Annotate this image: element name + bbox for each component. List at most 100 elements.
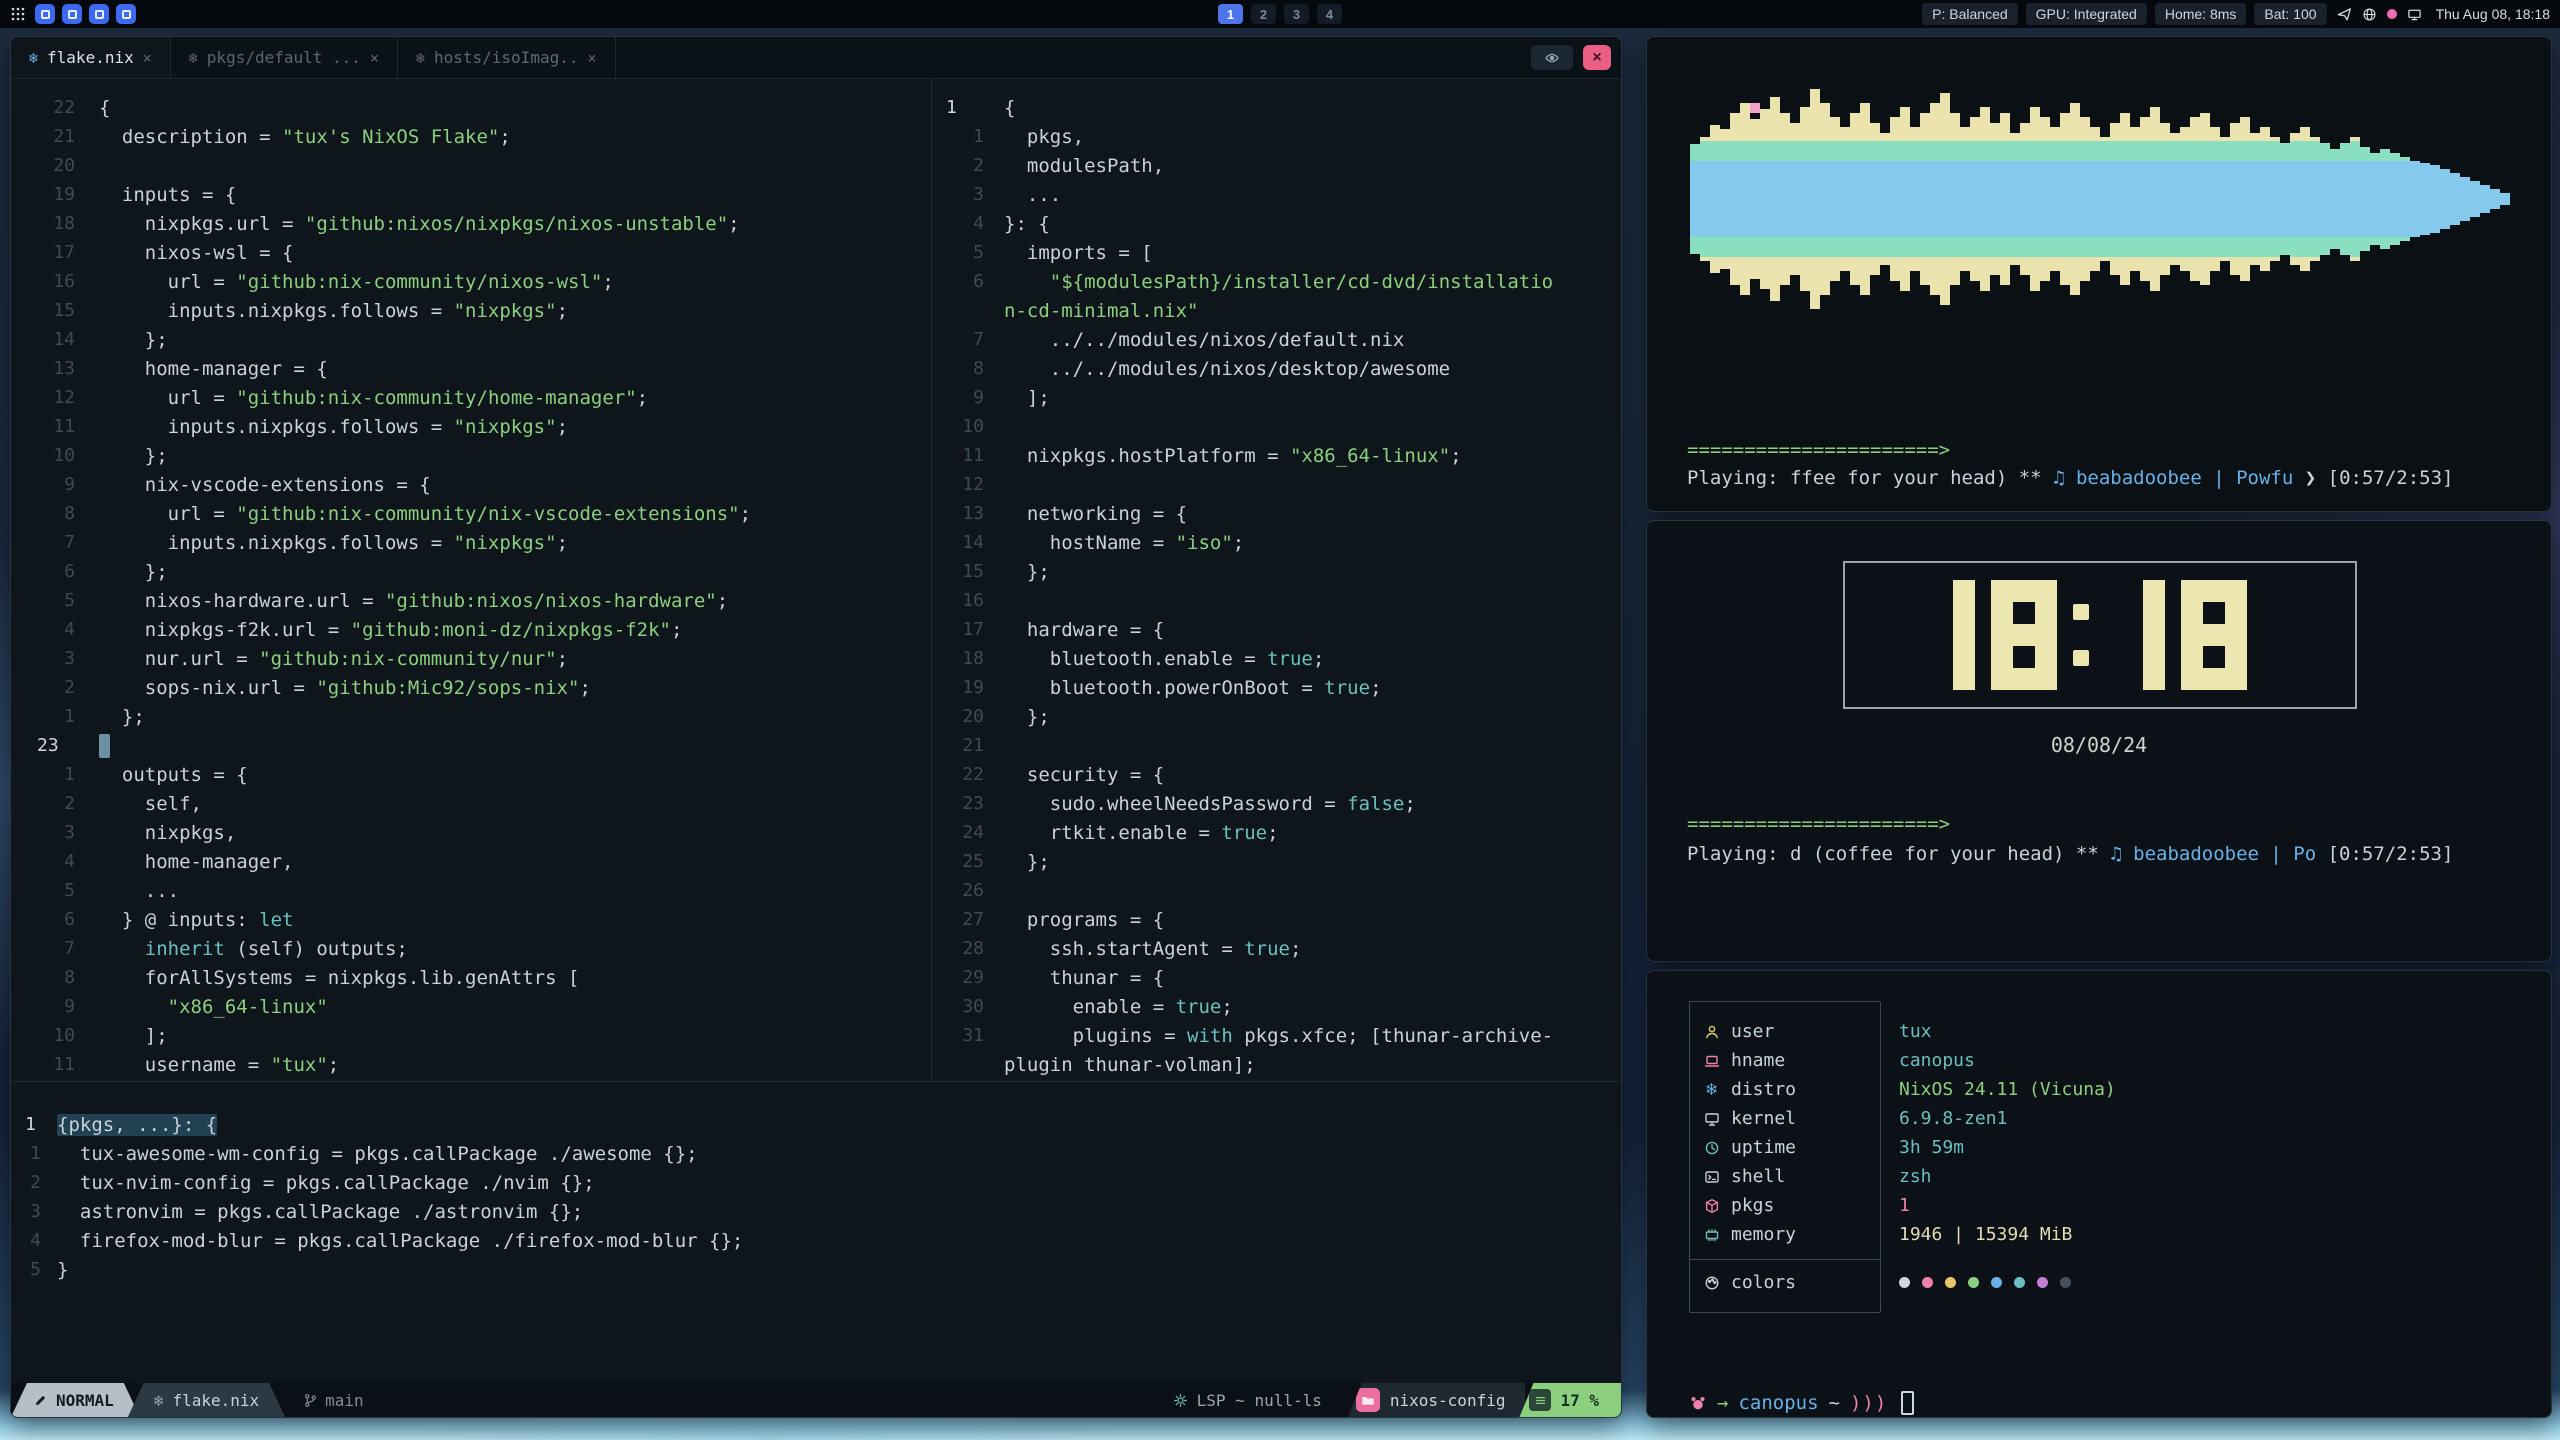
editor-tab[interactable]: ❄ flake.nix × xyxy=(11,37,171,78)
workspace-tag-3[interactable]: 3 xyxy=(1284,4,1309,24)
code-line: 5 imports = [ xyxy=(932,238,1621,267)
code-line: plugin thunar-volman]; xyxy=(932,1050,1621,1079)
nix-snowflake-icon: ❄ xyxy=(189,49,198,67)
project-indicator: nixos-config xyxy=(1348,1383,1526,1417)
workspace-tags: 1234 xyxy=(1218,0,1342,28)
viz-pink-pixel xyxy=(1750,103,1760,113)
prompt-arrow: → xyxy=(1717,1392,1728,1414)
code-line: 10 }; xyxy=(11,441,931,470)
pinned-app-icon[interactable] xyxy=(62,4,82,24)
memory-icon xyxy=(1703,1227,1720,1243)
status-badge: Home: 8ms xyxy=(2155,3,2247,25)
status-badge: Bat: 100 xyxy=(2254,3,2326,25)
editor-pane-iso[interactable]: 1{1 pkgs,2 modulesPath,3 ...4}: {5 impor… xyxy=(932,79,1621,1081)
workspace-tag-4[interactable]: 4 xyxy=(1317,4,1342,24)
desktop: 1234 P: BalancedGPU: IntegratedHome: 8ms… xyxy=(0,0,2560,1440)
code-line: 3 nixpkgs, xyxy=(11,818,931,847)
code-line: 19 inputs = { xyxy=(11,180,931,209)
list-icon xyxy=(1529,1389,1551,1411)
editor-window: ❄flake.nix×❄pkgs/default ...×❄hosts/isoI… xyxy=(10,36,1622,1418)
git-branch: main xyxy=(303,1391,364,1410)
code-line: 26 xyxy=(932,876,1621,905)
code-line: 28 ssh.startAgent = true; xyxy=(932,934,1621,963)
git-branch-icon xyxy=(303,1393,318,1408)
code-line: 2 modulesPath, xyxy=(932,151,1621,180)
pinned-app-icon[interactable] xyxy=(89,4,109,24)
code-line: 8 ../../modules/nixos/desktop/awesome xyxy=(932,354,1621,383)
mode-label: NORMAL xyxy=(56,1391,114,1410)
package-icon xyxy=(1703,1198,1720,1214)
zen-toggle-button[interactable] xyxy=(1531,45,1573,70)
now-playing: Playing: ffee for your head) ** ♫ beabad… xyxy=(1687,467,2453,489)
tab-close-icon[interactable]: × xyxy=(370,49,379,67)
code-line: 21 description = "tux's NixOS Flake"; xyxy=(11,122,931,151)
code-line: 6 "${modulesPath}/installer/cd-dvd/insta… xyxy=(932,267,1621,296)
clock-date: 08/08/24 xyxy=(1647,733,2551,757)
code-line: 6 } @ inputs: let xyxy=(11,905,931,934)
code-line: 15 inputs.nixpkgs.follows = "nixpkgs"; xyxy=(11,296,931,325)
tabs: ❄flake.nix×❄pkgs/default ...×❄hosts/isoI… xyxy=(11,37,616,78)
window-close-button[interactable]: × xyxy=(1583,45,1611,70)
progress-arrows-2: ======================> xyxy=(1687,813,1950,835)
code-line: 12 url = "github:nix-community/home-mana… xyxy=(11,383,931,412)
code-line: 11 username = "tux"; xyxy=(11,1050,931,1079)
editor-pane-flake[interactable]: 22{21 description = "tux's NixOS Flake";… xyxy=(11,79,932,1081)
workspace-tag-1[interactable]: 1 xyxy=(1218,4,1243,24)
globe-icon xyxy=(2362,7,2377,22)
editor-pane-pkgs[interactable]: 1{pkgs, ...}: {1 tux-awesome-wm-config =… xyxy=(11,1081,1621,1383)
code-line: 10 xyxy=(932,412,1621,441)
fetch-rows: usertuxhnamecanopus❄distroNixOS 24.11 (V… xyxy=(1689,1001,2511,1297)
workspace-tag-2[interactable]: 2 xyxy=(1251,4,1276,24)
code-line: 17 hardware = { xyxy=(932,615,1621,644)
code-line: 23 sudo.wheelNeedsPassword = false; xyxy=(932,789,1621,818)
code-line: 13 networking = { xyxy=(932,499,1621,528)
progress-label: 17 % xyxy=(1560,1391,1599,1410)
top-bar: 1234 P: BalancedGPU: IntegratedHome: 8ms… xyxy=(0,0,2560,28)
now-playing-2: Playing: d (coffee for your head) ** ♫ b… xyxy=(1687,843,2453,865)
file-label: flake.nix xyxy=(172,1391,259,1410)
terminal-prompt[interactable]: → canopus ~ ))) xyxy=(1689,1391,1914,1415)
pinned-app-icon[interactable] xyxy=(116,4,136,24)
code-line: 7 inherit (self) outputs; xyxy=(11,934,931,963)
nix-snowflake-icon: ❄ xyxy=(154,1391,164,1410)
editor-tab[interactable]: ❄ hosts/isoImag.. × xyxy=(398,37,616,78)
code-line: 1{pkgs, ...}: { xyxy=(11,1110,1621,1139)
fetch-colors-row: colors xyxy=(1689,1268,2511,1297)
display-icon xyxy=(2407,7,2422,22)
code-line: 5} xyxy=(11,1255,1621,1284)
clock-digits xyxy=(1953,580,2247,690)
code-line: 11 inputs.nixpkgs.follows = "nixpkgs"; xyxy=(11,412,931,441)
fetch-row: usertux xyxy=(1689,1017,2511,1046)
code-line: 4}: { xyxy=(932,209,1621,238)
tab-bar: ❄flake.nix×❄pkgs/default ...×❄hosts/isoI… xyxy=(11,37,1621,79)
clock-window: 08/08/24 ======================> Playing… xyxy=(1646,520,2552,962)
code-line: 27 programs = { xyxy=(932,905,1621,934)
pinned-app-icon[interactable] xyxy=(35,4,55,24)
fetch-row: memory1946 | 15394 MiB xyxy=(1689,1220,2511,1249)
code-line: 1 pkgs, xyxy=(932,122,1621,151)
code-line: n-cd-minimal.nix" xyxy=(932,296,1621,325)
code-line: 18 nixpkgs.url = "github:nixos/nixpkgs/n… xyxy=(11,209,931,238)
code-line: 1{ xyxy=(932,93,1621,122)
code-line: 3 astronvim = pkgs.callPackage ./astronv… xyxy=(11,1197,1621,1226)
laptop-icon xyxy=(1703,1053,1720,1069)
nix-snowflake-icon: ❄ xyxy=(416,49,425,67)
nix-snowflake-icon: ❄ xyxy=(29,49,38,67)
code-line: 22 security = { xyxy=(932,760,1621,789)
tab-label: flake.nix xyxy=(47,48,134,67)
apps-grid-icon[interactable] xyxy=(10,6,26,22)
tab-close-icon[interactable]: × xyxy=(143,49,152,67)
tab-label: hosts/isoImag.. xyxy=(434,48,579,67)
code-line: 2 sops-nix.url = "github:Mic92/sops-nix"… xyxy=(11,673,931,702)
editor-tab[interactable]: ❄pkgs/default ...× xyxy=(171,37,398,78)
code-line: 23 xyxy=(11,731,931,760)
code-line: 5 nixos-hardware.url = "github:nixos/nix… xyxy=(11,586,931,615)
code-line: 25 }; xyxy=(932,847,1621,876)
statusline: NORMAL ❄ flake.nix main LSP ~ null-ls ni… xyxy=(11,1383,1621,1417)
code-line: 19 bluetooth.powerOnBoot = true; xyxy=(932,673,1621,702)
code-line: 7 ../../modules/nixos/default.nix xyxy=(932,325,1621,354)
code-line: 11 nixpkgs.hostPlatform = "x86_64-linux"… xyxy=(932,441,1621,470)
tab-close-icon[interactable]: × xyxy=(587,49,596,67)
code-line: 9 "x86_64-linux" xyxy=(11,992,931,1021)
code-line: 18 bluetooth.enable = true; xyxy=(932,644,1621,673)
